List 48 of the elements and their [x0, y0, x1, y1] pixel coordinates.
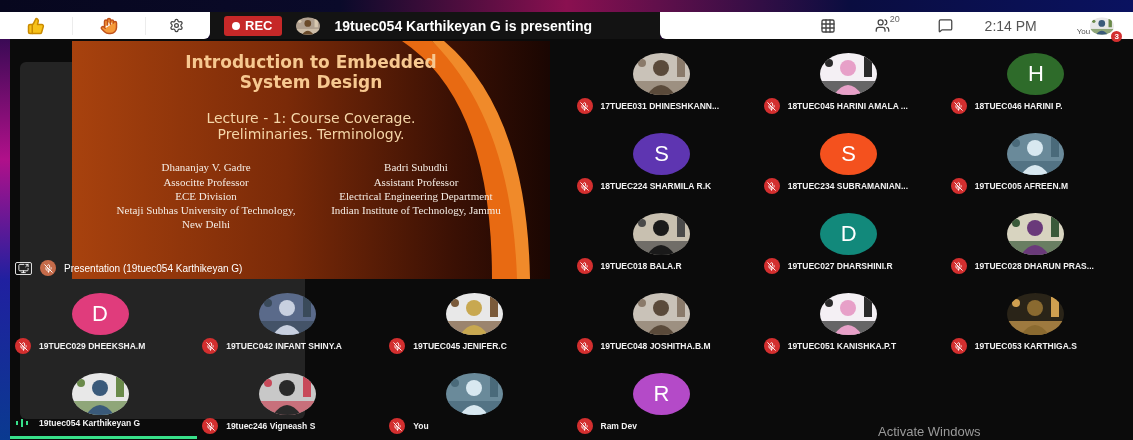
settings-icon[interactable] — [168, 18, 184, 33]
participant-name: 19TUEC005 AFREEN.M — [974, 181, 1069, 191]
self-label: You — [1076, 26, 1091, 36]
clock-time: 2:14 PM — [984, 17, 1037, 34]
raised-hand-icon[interactable] — [100, 16, 118, 35]
record-button[interactable]: REC — [224, 15, 283, 36]
participant-name: 19TUEC053 KARTHIGA.S — [974, 341, 1077, 351]
presenter-status: 19tuec054 Karthikeyan G is presenting — [334, 17, 592, 34]
participant-name: Ram Dev — [600, 421, 637, 431]
participant-name: 18TUEC046 HARINI P. — [974, 101, 1063, 111]
author-line: Netaji Subhas University of Technology, New Delhi — [115, 203, 297, 232]
author-line: Dhananjay V. Gadre — [161, 160, 251, 175]
participant-name: 19TUEC042 INFANT SHINY.A — [226, 341, 342, 351]
participant-name: 19TUEC051 KANISHKA.P.T — [787, 341, 897, 351]
participant-name: You — [413, 421, 429, 431]
chat-icon[interactable] — [938, 18, 954, 33]
participant-name: 19TUEC018 BALA.R — [600, 261, 682, 271]
participant-name: 18TUEC045 HARINI AMALA ... — [787, 101, 908, 111]
participant-count: 20 — [889, 14, 900, 24]
participant-name: 19TUEC048 JOSHITHA.B.M — [600, 341, 711, 351]
participant-name: 19TUEC029 DHEEKSHA.M — [39, 341, 146, 351]
initial-avatar: S — [820, 133, 878, 175]
participant-name: 18TUEC224 SHARMILA R.K — [600, 181, 712, 191]
initial-avatar: D — [71, 293, 129, 335]
initial-avatar: H — [1007, 53, 1065, 95]
notification-badge: 3 — [1111, 30, 1123, 42]
author-line: Badri Subudhi — [384, 160, 448, 175]
initial-avatar: S — [633, 133, 690, 175]
author-line: Assistant Professor — [373, 174, 459, 189]
screen-share-icon — [15, 261, 32, 275]
muted-mic-icon — [40, 260, 56, 276]
slide-subtitle: Lecture - 1: Course Coverage. Preliminaries. Terminology. — [205, 110, 417, 143]
participant-name: 17TUEE031 DHINESHKANN... — [600, 101, 720, 111]
author-line: Associtte Professor — [163, 174, 249, 189]
author-line: ECE Division — [175, 188, 237, 204]
grid-view-icon[interactable] — [820, 17, 836, 34]
participant-name: 19tuec054 Karthikeyan G — [39, 418, 141, 428]
participants-icon[interactable] — [874, 18, 890, 33]
activation-notice: Activate Windows — [878, 424, 981, 439]
thumbs-up-icon[interactable] — [27, 16, 45, 35]
participant-name: 19TUEC027 DHARSHINI.R — [787, 261, 893, 271]
initial-avatar: D — [820, 213, 878, 255]
participant-name: 19TUEC045 JENIFER.C — [413, 341, 507, 351]
participant-name: 18TUEC234 SUBRAMANIAN... — [787, 181, 909, 191]
initial-avatar: R — [633, 373, 690, 415]
participant-name: 19TUEC028 DHARUN PRAS... — [974, 261, 1094, 271]
participant-name: 19tuec246 Vigneash S — [226, 421, 316, 431]
presentation-label: Presentation (19tuec054 Karthikeyan G) — [64, 262, 243, 274]
